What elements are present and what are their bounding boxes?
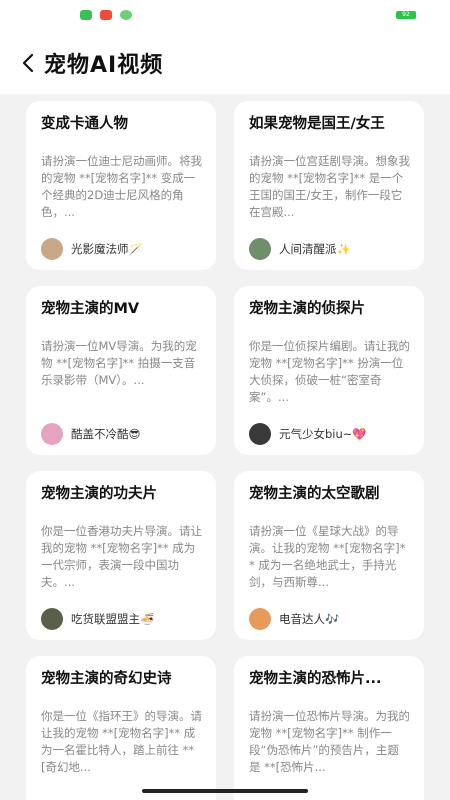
card-title: 宠物主演的恐怖片... (249, 671, 382, 687)
card-title: 宠物主演的MV (41, 301, 140, 317)
card-description: 请扮演一位宫廷剧导演。想象我的宠物 **[宠物名字]** 是一个王国的国王/女王… (249, 154, 410, 219)
template-card[interactable]: 宠物主演的太空歌剧 请扮演一位《星球大战》的导演。让我的宠物 **[宠物名字]*… (234, 471, 424, 640)
card-description: 你是一位侦探片编剧。请让我的宠物 **[宠物名字]** 扮演一位大侦探，侦破一桩… (249, 339, 410, 404)
card-title: 如果宠物是国王/女王 (249, 116, 385, 132)
card-title: 宠物主演的功夫片 (41, 486, 157, 502)
header: 宠物AI视频 (0, 30, 450, 94)
avatar (249, 608, 271, 630)
avatar (41, 238, 63, 260)
author-name: 元气少女biu~💖 (279, 427, 367, 441)
card-description: 请扮演一位恐怖片导演。为我的宠物 **[宠物名字]** 制作一段“伪恐怖片”的预… (249, 709, 410, 774)
card-author: 电音达人🎶 (249, 608, 339, 630)
chevron-left-icon[interactable] (18, 52, 40, 74)
avatar (41, 423, 63, 445)
page-title: 宠物AI视频 (44, 53, 164, 78)
template-card[interactable]: 宠物主演的奇幻史诗 你是一位《指环王》的导演。请让我的宠物 **[宠物名字]**… (26, 656, 216, 800)
template-card[interactable]: 宠物主演的恐怖片... 请扮演一位恐怖片导演。为我的宠物 **[宠物名字]** … (234, 656, 424, 800)
card-title: 宠物主演的侦探片 (249, 301, 365, 317)
message-app-icon (80, 10, 92, 20)
author-name: 电音达人🎶 (279, 612, 340, 626)
battery-indicator: 92 (396, 11, 416, 19)
template-card[interactable]: 宠物主演的功夫片 你是一位香港功夫片导演。请让我的宠物 **[宠物名字]** 成… (26, 471, 216, 640)
card-author: 酷盖不冷酷😎 (41, 423, 141, 445)
author-name: 人间清醒派✨ (279, 242, 351, 256)
card-title: 宠物主演的奇幻史诗 (41, 671, 172, 687)
card-author: 人间清醒派✨ (249, 238, 351, 260)
home-indicator[interactable] (142, 789, 308, 793)
status-bar: 92 (0, 0, 450, 30)
author-name: 酷盖不冷酷😎 (71, 427, 141, 441)
card-description: 请扮演一位迪士尼动画师。将我的宠物 **[宠物名字]** 变成一个经典的2D迪士… (41, 154, 202, 219)
wechat-app-icon (120, 10, 132, 20)
card-author: 光影魔法师🪄 (41, 238, 143, 260)
card-title: 变成卡通人物 (41, 116, 128, 132)
card-description: 你是一位香港功夫片导演。请让我的宠物 **[宠物名字]** 成为一代宗师，表演一… (41, 524, 202, 589)
avatar (41, 608, 63, 630)
card-description: 你是一位《指环王》的导演。请让我的宠物 **[宠物名字]** 成为一名霍比特人，… (41, 709, 202, 774)
card-title: 宠物主演的太空歌剧 (249, 486, 380, 502)
template-card[interactable]: 变成卡通人物 请扮演一位迪士尼动画师。将我的宠物 **[宠物名字]** 变成一个… (26, 101, 216, 270)
card-description: 请扮演一位MV导演。为我的宠物 **[宠物名字]** 拍摄一支音乐录影带（MV）… (41, 339, 197, 387)
template-card[interactable]: 宠物主演的MV 请扮演一位MV导演。为我的宠物 **[宠物名字]** 拍摄一支音… (26, 286, 216, 455)
template-card[interactable]: 宠物主演的侦探片 你是一位侦探片编剧。请让我的宠物 **[宠物名字]** 扮演一… (234, 286, 424, 455)
card-author: 吃货联盟盟主🍜 (41, 608, 154, 630)
author-name: 吃货联盟盟主🍜 (71, 612, 155, 626)
video-app-icon (100, 10, 112, 20)
card-description: 请扮演一位《星球大战》的导演。让我的宠物 **[宠物名字]** 成为一名绝地武士… (249, 524, 406, 589)
avatar (249, 423, 271, 445)
status-icons (80, 10, 132, 20)
template-card[interactable]: 如果宠物是国王/女王 请扮演一位宫廷剧导演。想象我的宠物 **[宠物名字]** … (234, 101, 424, 270)
card-author: 元气少女biu~💖 (249, 423, 367, 445)
author-name: 光影魔法师🪄 (71, 242, 143, 256)
template-grid: 变成卡通人物 请扮演一位迪士尼动画师。将我的宠物 **[宠物名字]** 变成一个… (26, 101, 424, 800)
battery-level: 92 (402, 11, 410, 18)
avatar (249, 238, 271, 260)
